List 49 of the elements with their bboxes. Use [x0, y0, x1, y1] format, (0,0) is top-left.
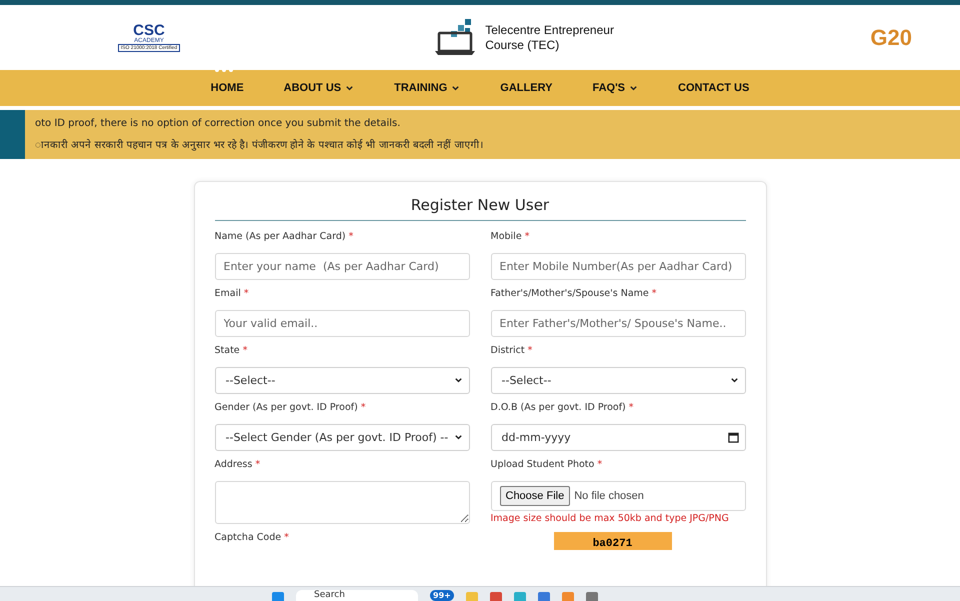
start-icon[interactable] [272, 592, 284, 601]
nav-link[interactable]: FAQ'S [592, 82, 638, 94]
field-label: Email * [214, 288, 250, 301]
app-icon[interactable] [514, 592, 526, 601]
select-field[interactable]: --Select-- [214, 366, 470, 394]
field-label: Captcha Code * [214, 532, 290, 545]
field-label: Father's/Mother's/Spouse's Name * [490, 288, 658, 301]
notice-accent-bar [0, 110, 25, 159]
app-icon[interactable] [586, 592, 598, 601]
text-field[interactable]: Enter Father's/Mother's/ Spouse's Name.. [490, 310, 746, 337]
choose-file-button[interactable]: Choose File [500, 486, 570, 506]
date-field[interactable]: dd-mm-yyyy [490, 424, 746, 451]
chevron-icon [730, 376, 738, 385]
nav-link[interactable]: GALLERY [500, 82, 552, 94]
nav-link[interactable]: TRAINING [394, 82, 460, 94]
search-field[interactable]: Search [296, 590, 418, 601]
field-label: Gender (As per govt. ID Proof) * [214, 402, 367, 415]
chevron-icon [454, 432, 462, 442]
upload-hint: Image size should be max 50kb and type JPG/PNG [490, 512, 730, 524]
logo-mark: CSC [133, 22, 165, 38]
app-icon[interactable] [562, 592, 574, 601]
nav-link[interactable]: CONTACT US [678, 82, 750, 94]
field-label: Name (As per Aadhar Card) * [214, 230, 354, 244]
select-field[interactable]: --Select-- [490, 366, 746, 394]
field-label: Mobile * [490, 230, 530, 244]
calendar-icon [728, 432, 738, 443]
text-field[interactable]: Enter Mobile Number(As per Aadhar Card) [490, 252, 746, 280]
field-label: District * [490, 344, 534, 358]
app-icon[interactable] [490, 592, 502, 601]
text-field[interactable]: Enter your name (As per Aadhar Card) [214, 252, 470, 280]
text-field[interactable]: Your valid email.. [214, 310, 470, 337]
chevron-icon [454, 376, 462, 385]
logo-mark: G20 [870, 24, 912, 51]
address-field[interactable] [214, 480, 470, 524]
field-label: Upload Student Photo * [490, 458, 604, 472]
notification-badge: 99+ [430, 590, 454, 601]
notice-text: oto ID proof, there is no option of correction once you submit the details. [35, 118, 402, 130]
nav-link[interactable]: HOME [210, 82, 244, 94]
field-label: State * [214, 344, 248, 358]
nav-link[interactable]: ABOUT US [284, 82, 354, 94]
select-field[interactable]: --Select Gender (As per govt. ID Proof) -- [214, 424, 470, 451]
form-title: Register New User [214, 196, 746, 221]
field-label: D.O.B (As per govt. ID Proof) * [490, 402, 635, 415]
field-label: Address * [214, 458, 262, 472]
course-title: Telecentre Entrepreneur Course (TEC) [485, 22, 615, 53]
notice-text: ानकारी अपने सरकारी पहचान पत्र के अनुसार भर रहे है। पंजीकरण होने के पश्चात कोई भी जानकरी बदली नहीं जाएगी। [35, 138, 484, 152]
captcha-image: ba0271 [554, 532, 672, 550]
app-icon[interactable] [538, 592, 550, 601]
file-status: No file chosen [574, 490, 644, 502]
